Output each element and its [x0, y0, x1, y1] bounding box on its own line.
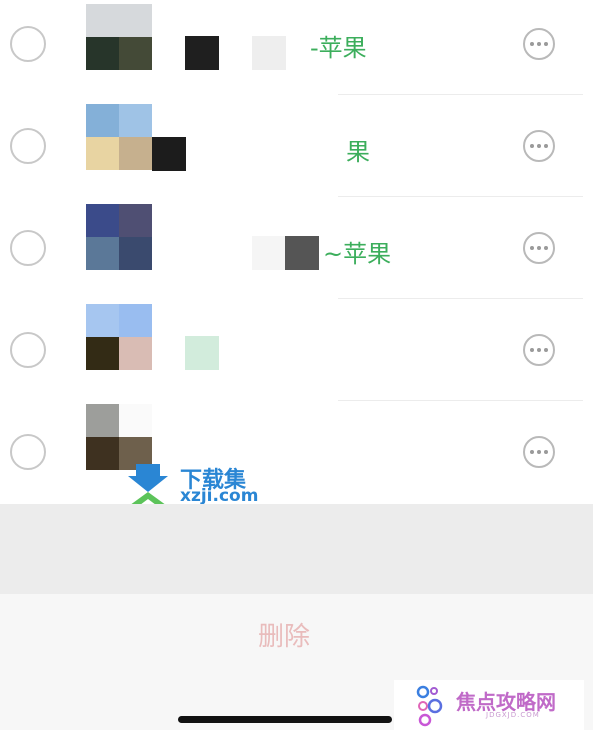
avatar-tile [86, 237, 119, 270]
divider [338, 94, 583, 95]
contact-name: 果 [346, 138, 370, 166]
redacted-block [152, 137, 186, 171]
avatar-tile [119, 204, 152, 237]
avatar-tile [119, 37, 152, 70]
dot-icon [537, 348, 541, 352]
list-item[interactable]: ~苹果 [0, 198, 593, 300]
more-options-button[interactable] [523, 436, 555, 468]
dot-icon [537, 450, 541, 454]
list-item[interactable]: -苹果 [0, 0, 593, 96]
redacted-block [252, 36, 286, 70]
dot-icon [544, 246, 548, 250]
avatar-tile [86, 304, 119, 337]
jd-watermark: 焦点攻略网 JDGXJD.COM [394, 680, 584, 730]
divider [338, 196, 583, 197]
avatar-tile [86, 337, 119, 370]
avatar-tile [119, 4, 152, 37]
dot-icon [530, 246, 534, 250]
divider [338, 298, 583, 299]
select-radio[interactable] [10, 332, 46, 368]
dot-icon [537, 42, 541, 46]
avatar-tile [86, 4, 119, 37]
avatar-tile [86, 204, 119, 237]
more-options-button[interactable] [523, 130, 555, 162]
dot-icon [530, 144, 534, 148]
more-options-button[interactable] [523, 232, 555, 264]
redacted-block [185, 336, 219, 370]
avatar-tile [119, 137, 152, 170]
divider [338, 400, 583, 401]
list-item[interactable] [0, 402, 593, 504]
select-radio[interactable] [10, 434, 46, 470]
avatar-tile [119, 104, 152, 137]
redacted-block [252, 236, 286, 270]
select-radio[interactable] [10, 230, 46, 266]
select-radio[interactable] [10, 26, 46, 62]
xzji-watermark: 下载集 xzji.com [122, 460, 272, 510]
avatar-tile [86, 404, 119, 437]
more-options-button[interactable] [523, 334, 555, 366]
dot-icon [530, 42, 534, 46]
jd-watermark-domain: JDGXJD.COM [486, 711, 540, 719]
avatar [86, 304, 152, 370]
dot-icon [530, 450, 534, 454]
contact-name: -苹果 [310, 34, 367, 62]
dot-icon [544, 42, 548, 46]
xzji-watermark-domain: xzji.com [180, 486, 259, 506]
dot-icon [544, 348, 548, 352]
delete-button[interactable]: 删除 [0, 616, 568, 653]
avatar-tile [86, 104, 119, 137]
avatar [86, 204, 152, 270]
avatar [86, 104, 152, 170]
avatar-tile [86, 37, 119, 70]
home-indicator[interactable] [178, 716, 392, 723]
redacted-block [185, 36, 219, 70]
dot-icon [537, 246, 541, 250]
avatar-tile [119, 304, 152, 337]
avatar-tile [119, 337, 152, 370]
dot-icon [537, 144, 541, 148]
xzji-logo-icon [126, 464, 170, 508]
separator-band [0, 504, 593, 594]
more-options-button[interactable] [523, 28, 555, 60]
avatar-tile [86, 437, 119, 470]
dot-icon [544, 144, 548, 148]
avatar-tile [119, 237, 152, 270]
dot-icon [530, 348, 534, 352]
select-radio[interactable] [10, 128, 46, 164]
dot-icon [544, 450, 548, 454]
avatar [86, 4, 152, 70]
avatar-tile [86, 137, 119, 170]
avatar-tile [119, 404, 152, 437]
chat-list: -苹果 果 ~苹果 [0, 0, 593, 504]
list-item[interactable] [0, 300, 593, 402]
contact-name: ~苹果 [323, 240, 392, 268]
redacted-block [285, 236, 319, 270]
list-item[interactable]: 果 [0, 96, 593, 198]
